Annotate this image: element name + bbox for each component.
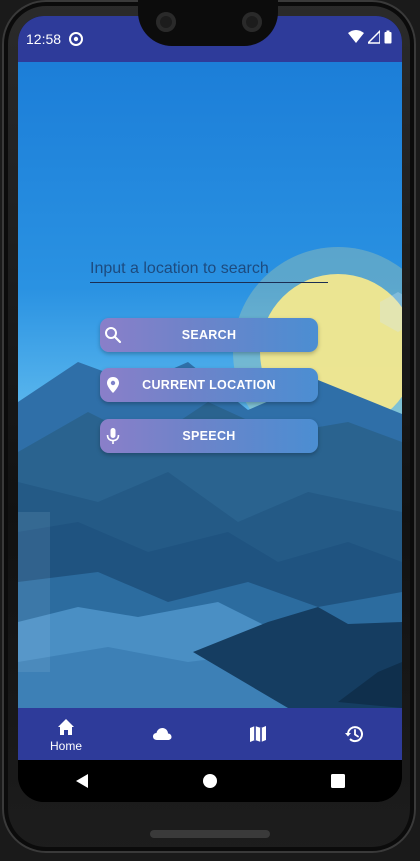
location-search-input[interactable] — [90, 256, 328, 282]
home-circle-icon — [203, 774, 217, 788]
recents-button[interactable] — [318, 766, 358, 796]
back-icon — [76, 774, 88, 788]
nav-item-map[interactable] — [210, 708, 306, 760]
location-pin-icon — [107, 377, 119, 393]
phone-screen: 12:58 Input a location to search SEARCH … — [18, 16, 402, 802]
camera-notch — [138, 0, 278, 46]
bottom-navigation: Home — [18, 708, 402, 760]
home-system-button[interactable] — [190, 766, 230, 796]
system-navigation-bar — [18, 760, 402, 802]
current-location-button-label: CURRENT LOCATION — [142, 378, 276, 392]
location-search-field[interactable] — [90, 256, 328, 283]
search-button[interactable]: SEARCH — [100, 318, 318, 352]
battery-icon — [384, 30, 392, 44]
cloud-icon — [153, 728, 172, 740]
wifi-icon — [348, 30, 364, 43]
speech-button[interactable]: SPEECH — [100, 419, 318, 453]
nav-item-weather[interactable] — [114, 708, 210, 760]
back-button[interactable] — [62, 766, 102, 796]
search-button-label: SEARCH — [181, 328, 237, 342]
status-time: 12:58 — [26, 31, 62, 47]
status-icons — [348, 30, 392, 44]
recents-icon — [331, 774, 345, 788]
speech-button-label: SPEECH — [182, 429, 236, 443]
signal-icon — [368, 30, 380, 44]
nav-item-home[interactable]: Home — [18, 708, 114, 760]
main-content: SEARCH CURRENT LOCATION SPEECH — [18, 62, 402, 708]
microphone-icon — [106, 428, 120, 444]
phone-frame: 12:58 Input a location to search SEARCH … — [2, 0, 416, 853]
nav-home-label: Home — [49, 738, 82, 753]
front-camera-left — [156, 12, 176, 32]
current-location-button[interactable]: CURRENT LOCATION — [100, 368, 318, 402]
search-icon — [105, 327, 122, 344]
history-icon — [345, 726, 363, 743]
map-icon — [250, 726, 266, 742]
nav-item-history[interactable] — [306, 708, 402, 760]
at-sign-icon — [69, 32, 83, 46]
front-camera-right — [242, 12, 262, 32]
bottom-speaker — [150, 830, 270, 838]
home-icon — [58, 718, 74, 735]
